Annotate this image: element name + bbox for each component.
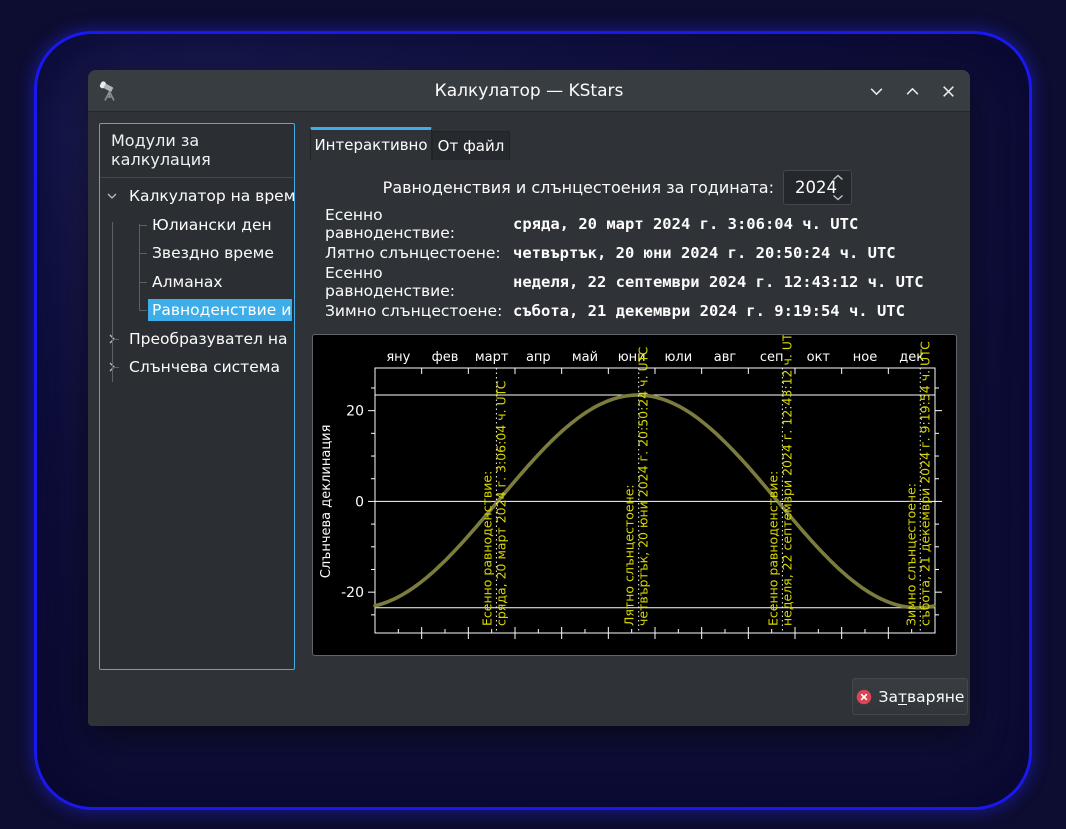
minimize-button[interactable] xyxy=(868,83,884,99)
declination-chart-svg: януфевмартапрмайюниюлиавгсепоктноедек200… xyxy=(313,335,956,655)
month-label-фев: фев xyxy=(432,350,459,365)
month-label-юли: юли xyxy=(664,350,692,365)
plot-frame xyxy=(375,368,935,633)
result-row-2: Есенно равноденствие:неделя, 22 септемвр… xyxy=(325,267,924,296)
modules-panel: Модули за калкулация Калкулатор на време… xyxy=(99,123,295,670)
result-value: сряда, 20 март 2024 г. 3:06:04 ч. UTC xyxy=(513,215,858,233)
close-button-label: Затваряне xyxy=(879,688,965,706)
month-label-окт: окт xyxy=(807,350,831,365)
tree-branch-line xyxy=(139,225,147,226)
kstars-calculator-window: Калкулатор — KStars Модули за калкулация… xyxy=(88,70,970,726)
tree-branch-line xyxy=(139,282,147,283)
tree-branch-line xyxy=(139,253,147,254)
modules-panel-header: Модули за калкулация xyxy=(100,124,294,178)
year-label: Равноденствия и слънцестоения за годинат… xyxy=(383,178,774,197)
tree-item-label: Равноденствие и ... xyxy=(148,299,292,321)
telescope-icon xyxy=(98,79,122,103)
event-date-1: четвъртък, 20 юни 2024 г. 20:50:24 ч. UT… xyxy=(636,346,651,626)
tree-branch-line xyxy=(112,367,119,368)
tree-item-2[interactable]: Звездно време xyxy=(100,239,294,268)
event-date-0: сряда, 20 март 2024 г. 3:06:04 ч. UTC xyxy=(493,380,508,626)
tree-branch-line xyxy=(139,224,140,310)
tree-item-label: Алманах xyxy=(148,271,294,293)
tree-item-6[interactable]: Слънчева система xyxy=(100,353,294,382)
spin-up-icon[interactable] xyxy=(832,174,844,181)
tree-branch-line xyxy=(139,310,147,311)
month-label-май: май xyxy=(572,350,598,365)
tree-item-label: Преобразувател на ... xyxy=(125,328,294,350)
result-row-0: Есенно равноденствие:сряда, 20 март 2024… xyxy=(325,209,924,238)
maximize-button[interactable] xyxy=(904,83,920,99)
result-label: Есенно равноденствие: xyxy=(325,264,513,300)
month-label-ное: ное xyxy=(853,350,877,365)
event-title-1: Лятно слънцестоене: xyxy=(622,484,637,626)
event-title-2: Есенно равноденствие: xyxy=(765,471,780,626)
modules-tree: Калкулатор на време Юлиански ден Звездно в… xyxy=(100,178,294,382)
tree-branch-line xyxy=(112,222,113,382)
window-title: Калкулатор — KStars xyxy=(88,81,970,101)
result-value: неделя, 22 септември 2024 г. 12:43:12 ч.… xyxy=(513,273,924,291)
close-window-button[interactable] xyxy=(940,83,956,99)
y-tick-label--20: -20 xyxy=(341,585,364,601)
result-label: Зимно слънцестоене: xyxy=(325,302,513,320)
month-label-яну: яну xyxy=(386,350,410,365)
month-label-апр: апр xyxy=(526,350,551,365)
tab-interactive[interactable]: Интерактивно xyxy=(310,127,432,160)
result-value: четвъртък, 20 юни 2024 г. 20:50:24 ч. UT… xyxy=(513,244,896,262)
year-spinbox[interactable]: 2024 xyxy=(783,170,852,205)
titlebar[interactable]: Калкулатор — KStars xyxy=(88,70,970,112)
declination-chart: януфевмартапрмайюниюлиавгсепоктноедек200… xyxy=(312,334,957,656)
close-button[interactable]: Затваряне xyxy=(852,678,968,715)
tree-item-1[interactable]: Юлиански ден xyxy=(100,211,294,240)
event-date-2: неделя, 22 септември 2024 г. 12:43:12 ч.… xyxy=(779,335,794,626)
tree-item-4[interactable]: Равноденствие и ... xyxy=(100,296,294,325)
chevron-down-icon[interactable] xyxy=(104,188,120,204)
result-row-3: Зимно слънцестоене:събота, 21 декември 2… xyxy=(325,296,924,325)
tree-item-label: Слънчева система xyxy=(125,356,294,378)
event-title-3: Зимно слънцестоене: xyxy=(903,483,918,626)
month-label-март: март xyxy=(475,350,509,365)
tree-item-5[interactable]: Преобразувател на ... xyxy=(100,325,294,354)
y-axis-title: Слънчева деклинация xyxy=(319,425,334,579)
event-date-3: събота, 21 декември 2024 г. 9:19:54 ч. U… xyxy=(917,341,932,626)
dialog-close-icon xyxy=(856,689,872,705)
tree-branch-line xyxy=(112,339,119,340)
tree-item-0[interactable]: Калкулатор на време xyxy=(100,182,294,211)
tree-item-label: Звездно време xyxy=(148,242,294,264)
spin-down-icon[interactable] xyxy=(832,194,844,201)
tab-from-file[interactable]: От файл xyxy=(432,131,510,160)
tree-item-label: Калкулатор на време xyxy=(125,185,294,207)
y-tick-label-20: 20 xyxy=(346,404,364,420)
result-label: Есенно равноденствие: xyxy=(325,206,513,242)
result-value: събота, 21 декември 2024 г. 9:19:54 ч. U… xyxy=(513,302,905,320)
tree-item-label: Юлиански ден xyxy=(148,214,294,236)
tree-item-3[interactable]: Алманах xyxy=(100,268,294,297)
result-label: Лятно слънцестоене: xyxy=(325,244,513,262)
event-title-0: Есенно равноденствие: xyxy=(479,471,494,626)
y-tick-label-0: 0 xyxy=(355,494,364,510)
month-label-авг: авг xyxy=(714,350,737,365)
equinox-results: Есенно равноденствие:сряда, 20 март 2024… xyxy=(325,209,924,325)
